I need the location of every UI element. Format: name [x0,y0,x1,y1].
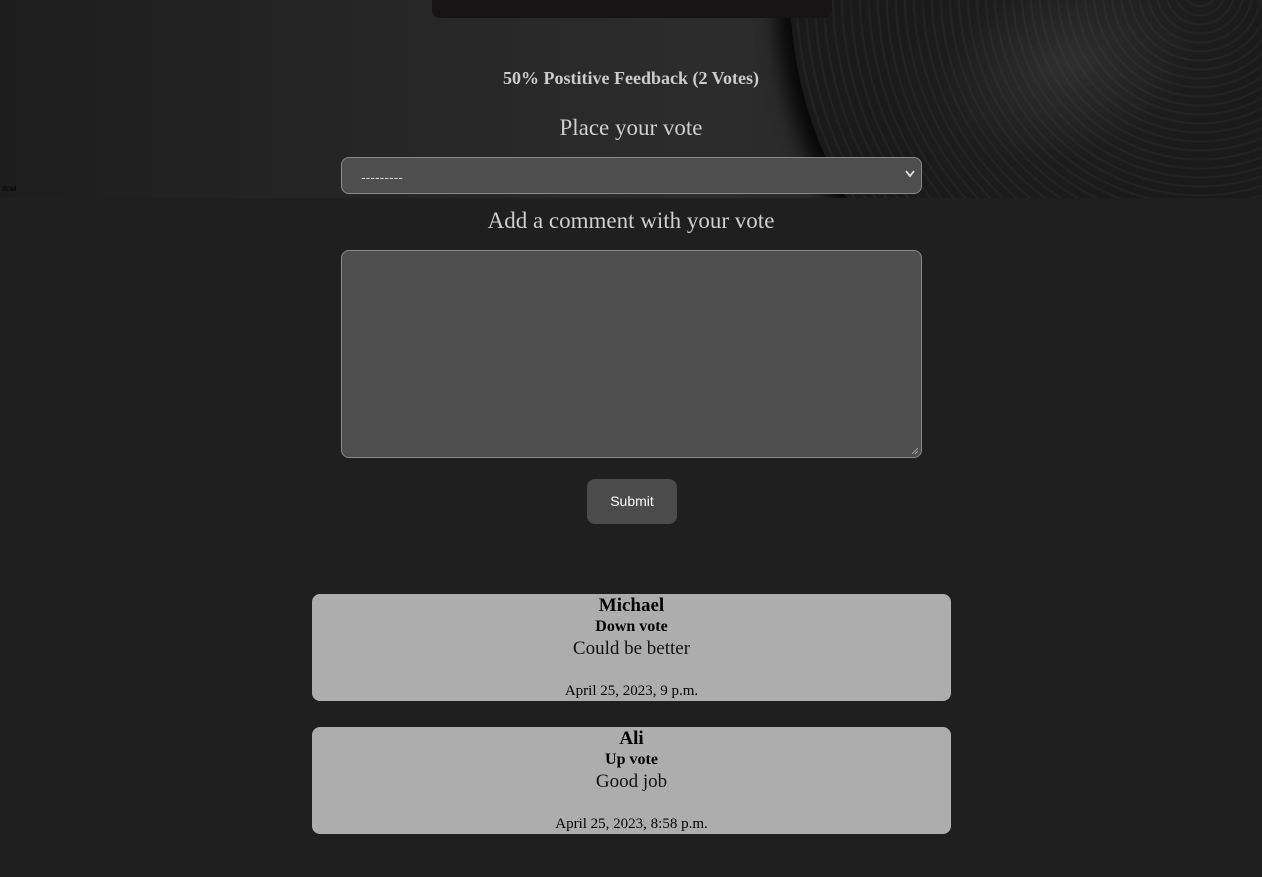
review-vote-type: Down vote [595,618,668,635]
vote-select-value: --------- [361,169,403,185]
review-timestamp: April 25, 2023, 9 p.m. [564,683,699,699]
comment-label: Add a comment with your vote [487,208,775,233]
review-vote-type: Up vote [605,751,658,768]
review-author: Michael [598,595,665,616]
rating-summary: 50% Postitive Feedback (2 Votes) [503,68,759,88]
review-author: Ali [619,728,644,749]
review-card: Michael Down vote Could be better April … [312,594,951,701]
top-card-edge [432,0,832,18]
chevron-down-icon [905,170,915,178]
vote-select[interactable]: --------- [341,157,922,194]
review-card: Ali Up vote Good job April 25, 2023, 8:5… [312,727,951,834]
corner-mark: rk:wi [2,184,16,193]
review-comment: Could be better [572,638,691,659]
review-comment: Good job [595,771,668,792]
resize-grip-icon[interactable] [911,447,919,455]
submit-button[interactable]: Submit [587,479,677,524]
review-timestamp: April 25, 2023, 8:58 p.m. [555,816,708,832]
vote-label: Place your vote [559,115,703,140]
comment-textarea[interactable] [341,250,922,458]
